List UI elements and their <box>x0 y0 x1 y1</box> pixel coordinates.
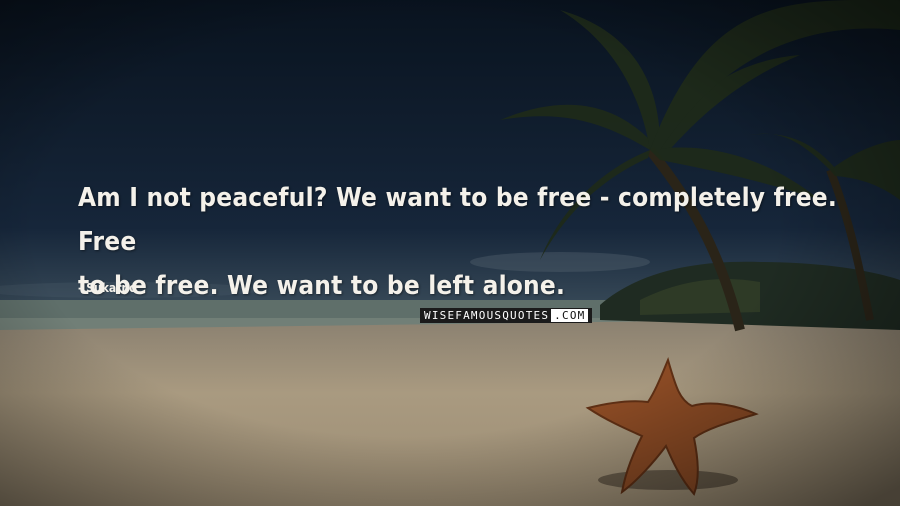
quote-line-1: Am I not peaceful? We want to be free - … <box>78 183 837 257</box>
quote-author: - Sukarno <box>78 281 137 295</box>
watermark-logo: WISEFAMOUSQUOTES .COM <box>420 308 593 323</box>
quote-card: Am I not peaceful? We want to be free - … <box>0 0 900 506</box>
watermark-main: WISEFAMOUSQUOTES <box>424 309 550 322</box>
quote-line-2: to be free. We want to be left alone. <box>78 271 566 301</box>
watermark-suffix: .COM <box>551 309 589 322</box>
quote-text: Am I not peaceful? We want to be free - … <box>78 176 838 308</box>
